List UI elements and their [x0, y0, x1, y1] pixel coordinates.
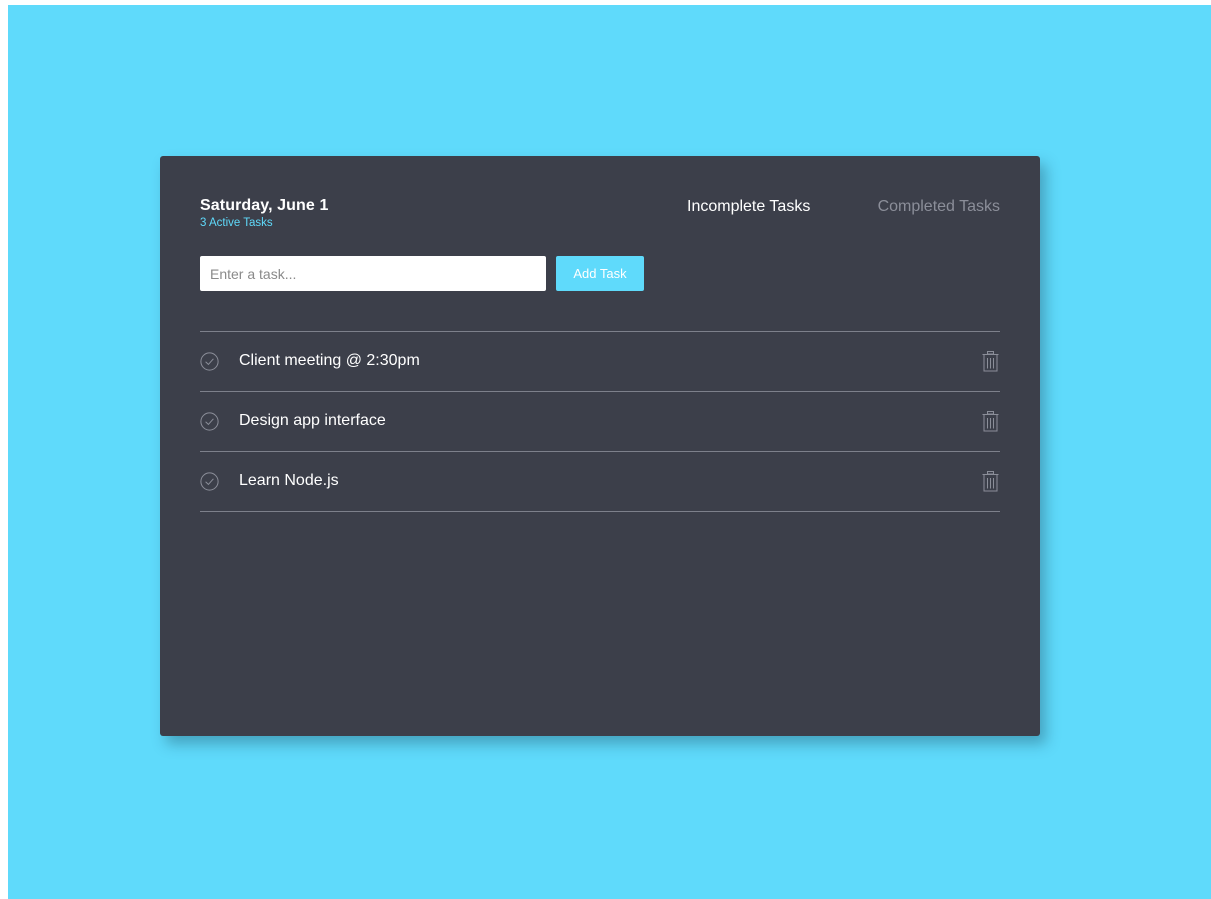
trash-icon[interactable] — [982, 351, 999, 372]
task-input[interactable] — [200, 256, 546, 291]
tab-completed-tasks[interactable]: Completed Tasks — [878, 198, 1000, 216]
trash-icon[interactable] — [982, 411, 999, 432]
page-background: Saturday, June 1 3 Active Tasks Incomple… — [8, 5, 1211, 899]
tab-incomplete-tasks[interactable]: Incomplete Tasks — [687, 198, 810, 216]
task-label: Learn Node.js — [239, 472, 339, 489]
trash-icon[interactable] — [982, 471, 999, 492]
todo-card: Saturday, June 1 3 Active Tasks Incomple… — [160, 156, 1040, 736]
task-label: Design app interface — [239, 412, 386, 429]
add-task-button[interactable]: Add Task — [556, 256, 644, 291]
check-circle-icon[interactable] — [200, 472, 219, 491]
task-list: Client meeting @ 2:30pm Design app inter… — [200, 331, 1000, 512]
task-label: Client meeting @ 2:30pm — [239, 352, 420, 369]
page-title: Saturday, June 1 — [200, 197, 329, 214]
check-circle-icon[interactable] — [200, 412, 219, 431]
task-row: Design app interface — [200, 392, 1000, 452]
active-task-count: 3 Active Tasks — [200, 217, 273, 229]
task-row: Client meeting @ 2:30pm — [200, 332, 1000, 392]
task-row: Learn Node.js — [200, 452, 1000, 512]
check-circle-icon[interactable] — [200, 352, 219, 371]
